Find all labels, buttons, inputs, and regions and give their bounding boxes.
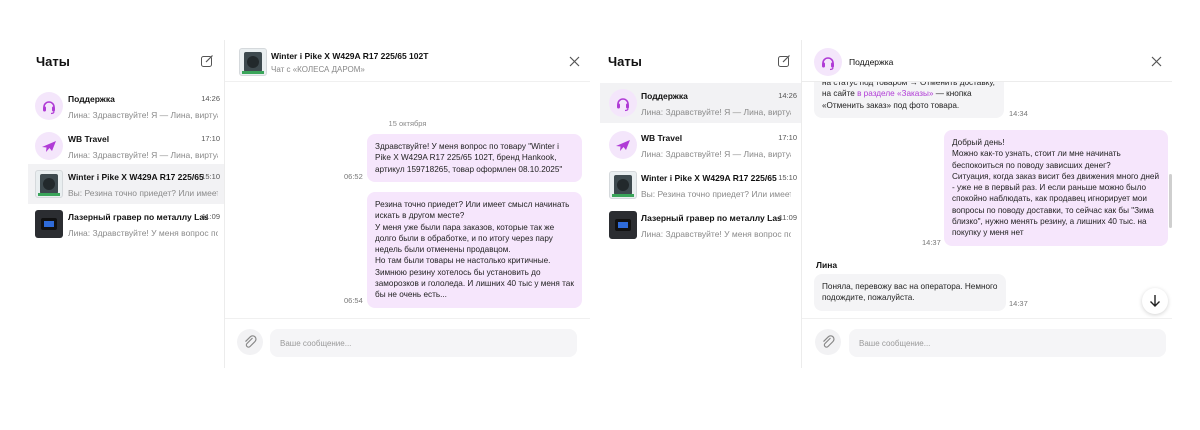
chat-item-preview: Вы: Резина точно приедет? Или имеет смыс…	[68, 188, 218, 198]
airplane-icon	[609, 131, 637, 159]
orders-section-link[interactable]: в разделе «Заказы»	[857, 89, 933, 98]
message-time: 06:54	[344, 296, 363, 305]
chat-item-time: 14:26	[201, 94, 220, 103]
chat-title: Winter i Pike X W429A R17 225/65 102T	[271, 51, 429, 61]
chat-window-left: Чаты Поддержка 14:26 Лина: Здравствуйте!…	[28, 40, 590, 368]
airplane-icon	[35, 132, 63, 160]
chat-item-tire-order[interactable]: Winter i Pike X W429A R17 225/65 15:10 В…	[28, 164, 224, 204]
chat-item-name: Winter i Pike X W429A R17 225/65	[68, 172, 204, 182]
message-bubble-outgoing: Здравствуйте! У меня вопрос по товару "W…	[367, 134, 582, 182]
message-time: 14:37	[922, 238, 941, 247]
paperclip-icon	[245, 335, 257, 348]
chat-item-support[interactable]: Поддержка 14:26 Лина: Здравствуйте! Я — …	[28, 86, 224, 126]
chat-item-tire-order[interactable]: Winter i Pike X W429A R17 225/65 15:10 В…	[600, 165, 801, 205]
message-time: 14:34	[1009, 109, 1028, 118]
arrow-down-icon	[1150, 295, 1160, 307]
support-headset-icon	[814, 48, 842, 76]
chat-item-name: WB Travel	[68, 134, 110, 144]
new-chat-icon[interactable]	[777, 54, 791, 68]
message-bubble-outgoing: Добрый день! Можно как-то узнать, стоит …	[944, 130, 1168, 246]
message-input[interactable]	[270, 329, 577, 357]
chat-item-time: 11:09	[778, 213, 797, 222]
chat-item-preview: Вы: Резина точно приедет? Или имеет смыс…	[641, 189, 791, 199]
chat-item-time: 15:10	[778, 173, 797, 182]
message-input[interactable]	[849, 329, 1166, 357]
chat-item-time: 11:09	[201, 212, 220, 221]
chat-item-wb-travel[interactable]: WB Travel 17:10 Лина: Здравствуйте! Я — …	[28, 126, 224, 166]
chat-window-right: Чаты Поддержка 14:26 Лина: Здравствуйте!…	[600, 40, 1172, 368]
scrollbar[interactable]	[1169, 174, 1172, 228]
chat-item-name: WB Travel	[641, 133, 683, 143]
support-headset-icon	[35, 92, 63, 120]
chat-subtitle: Чат с «КОЛЕСА ДАРОМ»	[271, 65, 365, 74]
chat-item-name: Лазерный гравер по металлу Laser	[641, 213, 781, 223]
chat-item-preview: Лина: Здравствуйте! Я — Лина, виртуальны…	[68, 110, 218, 120]
attach-button[interactable]	[815, 329, 841, 355]
date-separator: 15 октября	[388, 119, 427, 128]
message-bubble-outgoing: Резина точно приедет? Или имеет смысл на…	[367, 192, 582, 308]
tire-product-thumbnail	[609, 171, 637, 199]
paperclip-icon	[823, 335, 835, 348]
chat-list-title: Чаты	[36, 54, 70, 69]
chat-view: Winter i Pike X W429A R17 225/65 102T Ча…	[225, 40, 590, 368]
scroll-down-button[interactable]	[1142, 288, 1168, 314]
chat-item-wb-travel[interactable]: WB Travel 17:10 Лина: Здравствуйте! Я — …	[600, 125, 801, 165]
close-icon[interactable]	[1151, 56, 1162, 67]
tire-product-thumbnail	[239, 48, 267, 76]
new-chat-icon[interactable]	[200, 54, 214, 68]
chat-item-support[interactable]: Поддержка 14:26 Лина: Здравствуйте! Я — …	[600, 83, 801, 123]
message-bubble-incoming: Поняла, перевожу вас на оператора. Немно…	[814, 274, 1006, 311]
agent-name: Лина	[816, 260, 838, 270]
attach-button[interactable]	[237, 329, 263, 355]
message-time: 14:37	[1009, 299, 1028, 308]
message-list[interactable]: на статус под товаром → Отменить доставк…	[802, 82, 1172, 318]
chat-list: Чаты Поддержка 14:26 Лина: Здравствуйте!…	[28, 40, 225, 368]
chat-item-preview: Лина: Здравствуйте! У меня вопрос по тов	[641, 229, 791, 239]
chat-list: Чаты Поддержка 14:26 Лина: Здравствуйте!…	[600, 40, 802, 368]
chat-item-name: Поддержка	[641, 91, 688, 101]
chat-item-name: Winter i Pike X W429A R17 225/65	[641, 173, 777, 183]
chat-item-time: 17:10	[778, 133, 797, 142]
chat-item-name: Лазерный гравер по металлу Laser	[68, 212, 208, 222]
chat-item-preview: Лина: Здравствуйте! У меня вопрос по тов	[68, 228, 218, 238]
message-list[interactable]: 15 октября 06:52 Здравствуйте! У меня во…	[225, 82, 590, 318]
message-bubble-incoming: на статус под товаром → Отменить доставк…	[814, 82, 1004, 118]
engraver-product-thumbnail	[35, 210, 63, 238]
chat-item-laser-engraver[interactable]: Лазерный гравер по металлу Laser 11:09 Л…	[28, 204, 224, 244]
support-headset-icon	[609, 89, 637, 117]
engraver-product-thumbnail	[609, 211, 637, 239]
composer	[802, 318, 1172, 368]
chat-header: Поддержка	[802, 40, 1172, 82]
chat-item-time: 17:10	[201, 134, 220, 143]
chat-item-preview: Лина: Здравствуйте! Я — Лина, виртуальны…	[641, 149, 791, 159]
chat-item-preview: Лина: Здравствуйте! Я — Лина, виртуальны…	[641, 107, 791, 117]
message-time: 06:52	[344, 172, 363, 181]
chat-item-time: 15:10	[201, 172, 220, 181]
chat-item-laser-engraver[interactable]: Лазерный гравер по металлу Laser 11:09 Л…	[600, 205, 801, 245]
chat-item-preview: Лина: Здравствуйте! Я — Лина, виртуальны…	[68, 150, 218, 160]
chat-header: Winter i Pike X W429A R17 225/65 102T Ча…	[225, 40, 590, 82]
close-icon[interactable]	[569, 56, 580, 67]
chat-title: Поддержка	[849, 57, 894, 67]
chat-view: Поддержка на статус под товаром → Отмени…	[802, 40, 1172, 368]
chat-item-name: Поддержка	[68, 94, 115, 104]
chat-list-title: Чаты	[608, 54, 642, 69]
chat-item-time: 14:26	[778, 91, 797, 100]
composer	[225, 318, 590, 368]
tire-product-thumbnail	[35, 170, 63, 198]
